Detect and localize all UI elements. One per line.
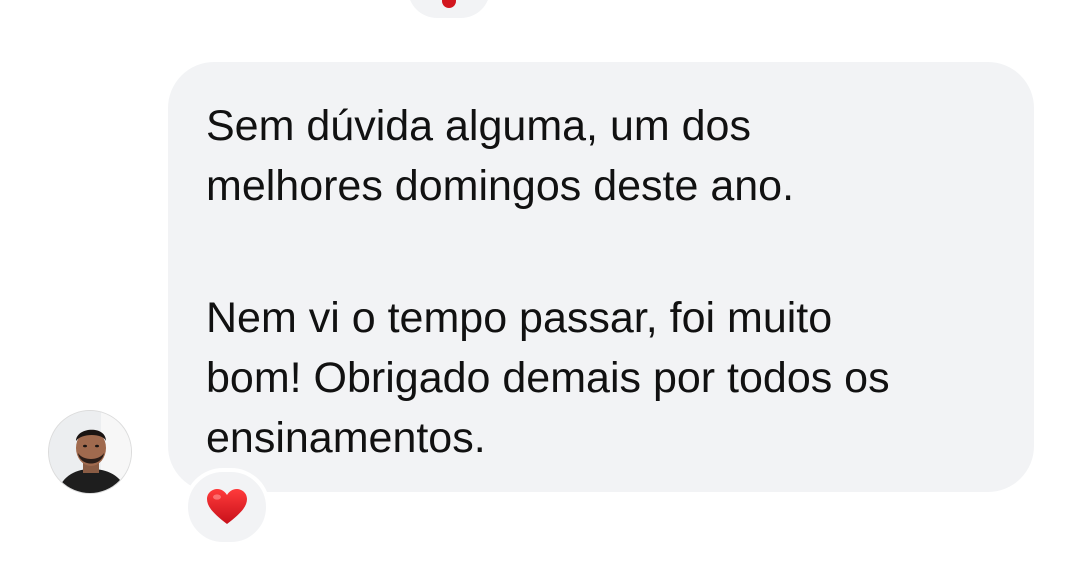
avatar-photo [49,411,131,493]
message-reaction[interactable] [184,468,270,546]
heart-icon [207,489,247,524]
chat-screen: Sem dúvida alguma, um dos melhores domin… [0,0,1085,569]
avatar[interactable] [48,410,132,494]
heart-icon [442,0,456,8]
message-bubble[interactable]: Sem dúvida alguma, um dos melhores domin… [168,62,1034,492]
message-paragraph: Nem vi o tempo passar, foi muito bom! Ob… [206,294,890,462]
message-paragraph: Sem dúvida alguma, um dos melhores domin… [206,102,795,210]
previous-message-reaction[interactable] [408,0,490,18]
